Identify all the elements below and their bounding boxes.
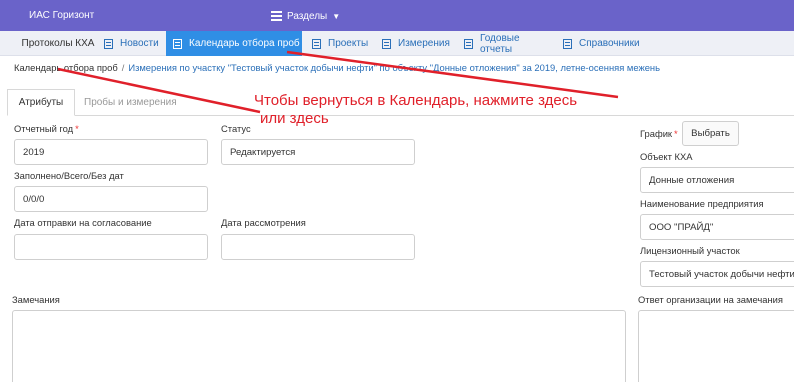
send-date-field[interactable] — [14, 234, 208, 260]
company-field[interactable]: ООО "ПРАЙД" — [640, 214, 794, 240]
review-date-field[interactable] — [221, 234, 415, 260]
breadcrumb: Календарь отбора проб / Измерения по участ… — [14, 62, 660, 73]
table-icon — [382, 38, 391, 49]
object-field[interactable]: Донные отложения — [640, 167, 794, 193]
nav-item-label: Протоколы КХА — [21, 38, 95, 49]
nav-item-label: Измерения — [398, 38, 450, 49]
table-icon — [104, 38, 113, 49]
license-field[interactable]: Тестовый участок добычи нефти — [640, 261, 794, 287]
annotation-line-2: или здесь — [260, 110, 329, 127]
nav-item-label: Годовые отчеты — [479, 32, 520, 55]
table-icon — [173, 38, 182, 49]
nav-bar: Протоколы КХА Новости Календарь отбора п… — [0, 31, 794, 56]
tab-samples[interactable]: Пробы и измерения — [84, 89, 177, 116]
nav-item-references[interactable]: Справочники — [563, 31, 645, 56]
annotation-line-1: Чтобы вернуться в Календарь, нажмите зде… — [254, 92, 578, 109]
year-label: Отчетный год * — [14, 123, 79, 134]
tab-attributes[interactable]: Атрибуты — [7, 89, 75, 116]
nav-item-annual-reports[interactable]: Годовые отчеты — [464, 31, 554, 56]
year-field[interactable]: 2019 — [14, 139, 208, 165]
menu-icon — [271, 9, 282, 23]
app-title[interactable]: ИАС Горизонт — [29, 10, 94, 21]
annotation-text: Чтобы вернуться в Календарь, нажмите зде… — [254, 92, 577, 128]
nav-item-news[interactable]: Новости — [104, 31, 166, 56]
table-icon — [563, 38, 572, 49]
nav-item-label: Новости — [120, 38, 159, 49]
remarks-label: Замечания — [12, 294, 60, 305]
review-date-label: Дата рассмотрения — [221, 217, 306, 228]
response-label: Ответ организации на замечания — [638, 294, 783, 305]
nav-item-protocols[interactable]: Протоколы КХА — [14, 31, 102, 56]
remarks-textarea[interactable] — [12, 310, 626, 382]
nav-item-label: Справочники — [579, 38, 640, 49]
nav-item-measurements[interactable]: Измерения — [382, 31, 454, 56]
nav-item-label: Календарь отбора проб — [189, 38, 300, 49]
license-label: Лицензионный участок — [640, 245, 740, 256]
schedule-label: График * — [640, 128, 678, 139]
status-label: Статус — [221, 123, 251, 134]
sections-menu-button[interactable]: Разделы ▼ — [271, 9, 340, 23]
table-icon — [464, 38, 473, 49]
filled-label: Заполнено/Всего/Без дат — [14, 170, 124, 181]
nav-item-calendar[interactable]: Календарь отбора проб — [166, 31, 302, 56]
status-field[interactable]: Редактируется — [221, 139, 415, 165]
breadcrumb-separator: / — [121, 62, 125, 73]
breadcrumb-current[interactable]: Измерения по участку "Тестовый участок д… — [128, 62, 660, 73]
app-header: ИАС Горизонт Разделы ▼ — [0, 0, 794, 31]
table-icon — [312, 38, 321, 49]
response-textarea[interactable] — [638, 310, 794, 382]
sections-label: Разделы — [287, 10, 328, 22]
chevron-down-icon: ▼ — [332, 11, 341, 21]
breadcrumb-root-link[interactable]: Календарь отбора проб — [14, 62, 118, 73]
filled-field[interactable]: 0/0/0 — [14, 186, 208, 212]
send-date-label: Дата отправки на согласование — [14, 217, 152, 228]
select-schedule-button[interactable]: Выбрать — [682, 121, 739, 146]
nav-item-projects[interactable]: Проекты — [312, 31, 372, 56]
object-label: Объект КХА — [640, 151, 693, 162]
company-label: Наименование предприятия — [640, 198, 764, 209]
nav-item-label: Проекты — [328, 38, 369, 49]
